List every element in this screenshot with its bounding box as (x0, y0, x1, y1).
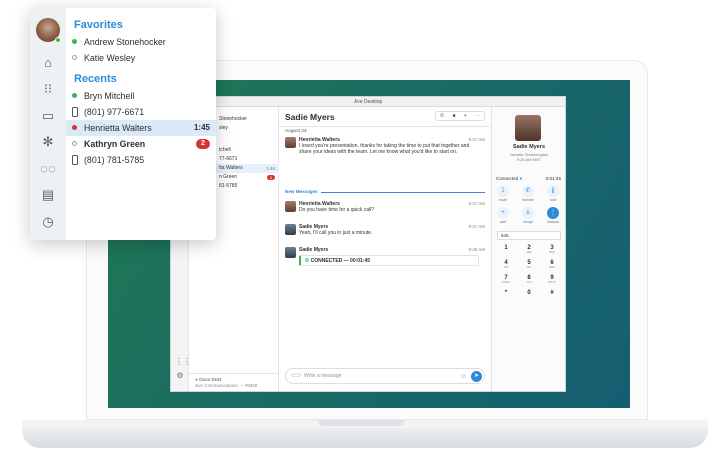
call-duration: 1:45 (193, 123, 210, 132)
key-0[interactable]: 0 (522, 290, 536, 296)
recent-item[interactable]: (801) 781-5785 (66, 152, 216, 168)
avatar (285, 224, 296, 235)
chat-divider (279, 126, 491, 127)
unread-badge: 2 (267, 175, 275, 180)
transfer-label: transfer (521, 198, 535, 202)
window-title: Jive Desktop (171, 97, 565, 107)
phone-icon: ✆ (305, 258, 310, 264)
list-item-time: 1:45 (266, 166, 275, 171)
add-person-icon[interactable]: + (464, 113, 467, 119)
phone-icon[interactable]: ✆ (440, 113, 444, 119)
popup-nav-rail: ⌂ ⁝⁝ ▭ ✻ ◌◌ ▤ ◷ (30, 8, 66, 240)
unread-badge: 2 (196, 139, 210, 149)
busy-status-icon (72, 125, 77, 130)
phone-icon (72, 107, 78, 117)
key-hash[interactable]: # (545, 290, 559, 296)
more-icon[interactable]: ⋯ (475, 113, 480, 119)
caller-avatar (515, 115, 541, 141)
key-9[interactable]: 9 WXYZ (545, 275, 559, 284)
key-7[interactable]: 7 PQRS (499, 275, 513, 284)
attach-icon[interactable]: ⊂⊃ (291, 369, 301, 384)
hold-button[interactable]: ∥ (547, 185, 559, 197)
recent-item[interactable]: (801) 977-6671 (66, 104, 216, 120)
key-6[interactable]: 6 MNO (545, 260, 559, 269)
call-status: Connected ● (496, 176, 523, 181)
date-label: August 23 (285, 129, 307, 134)
device-status[interactable]: ● Cisco 9104 Jive Communications — #9328 (189, 373, 279, 391)
key-star[interactable]: * (499, 290, 513, 296)
recent-item[interactable]: Kathryn Green 2 (66, 136, 216, 152)
snowflake-icon[interactable]: ✻ (39, 134, 57, 150)
chat-icon[interactable]: ▭ (39, 108, 57, 124)
gear-icon[interactable]: ⚙ (175, 371, 185, 381)
key-5[interactable]: 5 JKL (522, 260, 536, 269)
favorite-item[interactable]: Andrew Stonehocker (66, 34, 216, 50)
home-icon[interactable]: ⌂ (39, 55, 57, 71)
emoji-icon[interactable]: ☺ (460, 372, 467, 381)
chat-pane: Sadie Myers ✆ ■ + ⋯ August 23 Henrietta … (279, 107, 491, 391)
call-panel: Sadie Myers Novatic Technologies 9:25 AM… (491, 107, 565, 391)
message-composer[interactable]: ⊂⊃ Write a message ☺ ➤ (285, 368, 485, 384)
send-button[interactable]: ➤ (471, 371, 482, 382)
chat-toolbar: ✆ ■ + ⋯ (435, 111, 485, 121)
add-label: add (500, 220, 506, 224)
voicemail-icon[interactable]: ◌◌ (39, 161, 57, 177)
avatar (285, 247, 296, 258)
key-2[interactable]: 2 ABC (522, 245, 536, 254)
chat-title: Sadie Myers (285, 112, 335, 122)
key-3[interactable]: 3 DEF (545, 245, 559, 254)
presence-dot (55, 37, 61, 43)
contacts-popup: ⌂ ⁝⁝ ▭ ✻ ◌◌ ▤ ◷ Favorites Andrew Stoneho… (30, 8, 216, 240)
mute-label: mute (499, 198, 507, 202)
offline-status-icon (72, 141, 77, 146)
recent-item[interactable]: Bryn Mitchell (66, 88, 216, 104)
call-event: ✆ CONNECTED — 00:01:45 (299, 255, 479, 266)
grid-icon[interactable]: ⋮⋮ (175, 357, 191, 367)
call-timer: 0:01:45 (545, 176, 561, 181)
online-status-icon (72, 93, 77, 98)
recents-heading: Recents (74, 73, 117, 85)
merge-button[interactable]: ⅄ (522, 207, 534, 219)
history-icon[interactable]: ◷ (39, 214, 57, 230)
stage: Jive Desktop ⋮⋮ ⚙ Stonehocker sley tchel… (0, 0, 722, 458)
key-1[interactable]: 1 (499, 245, 513, 251)
laptop-notch (318, 420, 404, 426)
key-4[interactable]: 4 GHI (499, 260, 513, 269)
favorite-item[interactable]: Katie Wesley (66, 50, 216, 66)
online-status-icon (72, 39, 77, 44)
favorites-heading: Favorites (74, 19, 123, 31)
transfer-button[interactable]: ✆ (522, 185, 534, 197)
phone-icon (72, 155, 78, 165)
caller-local-time: 9:25 AM MST (516, 157, 542, 162)
popup-contact-list: Favorites Andrew Stonehocker Katie Wesle… (66, 8, 216, 240)
app-window: Jive Desktop ⋮⋮ ⚙ Stonehocker sley tchel… (170, 96, 566, 392)
dialpad-icon[interactable]: ⁝⁝ (39, 81, 57, 97)
key-8[interactable]: 8 TUV (522, 275, 536, 284)
offline-status-icon (72, 55, 77, 60)
dial-input[interactable]: 645 (497, 231, 561, 240)
laptop-base (22, 428, 708, 448)
avatar (285, 137, 296, 148)
composer-placeholder: Write a message (304, 373, 342, 379)
dialpad-label: dialpad (547, 220, 559, 224)
caller-name: Sadie Myers (512, 144, 546, 150)
merge-label: merge (522, 220, 534, 224)
hold-label: hold (549, 198, 557, 202)
video-icon[interactable]: ■ (453, 113, 456, 119)
contacts-icon[interactable]: ▤ (39, 187, 57, 203)
avatar (285, 201, 296, 212)
dialpad-button[interactable]: ⋮ (547, 207, 559, 219)
add-call-button[interactable]: + (497, 207, 509, 219)
mute-button[interactable]: ⟟ (497, 185, 509, 197)
recent-item-selected[interactable]: Henrietta Walters 1:45 (66, 120, 216, 136)
new-messages-label: New Messages (285, 189, 321, 194)
